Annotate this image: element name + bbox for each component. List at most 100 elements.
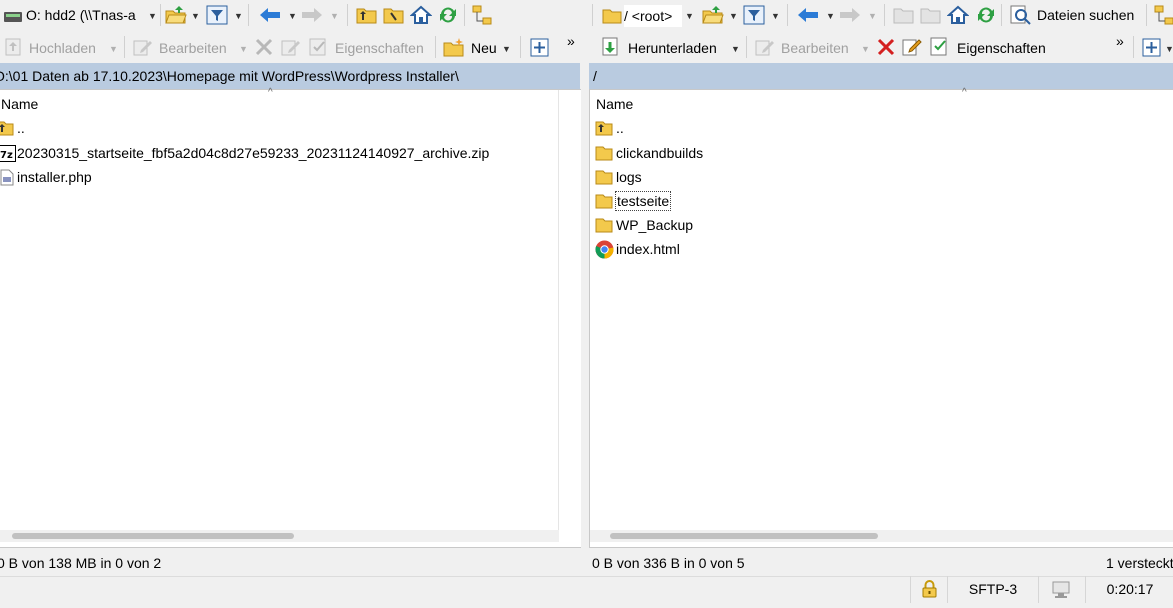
tree-icon-right[interactable] [1154, 5, 1173, 28]
refresh-icon[interactable] [437, 4, 459, 29]
drive-dropdown-arrow[interactable]: ▼ [148, 11, 157, 21]
file-name-focused: testseite [615, 191, 672, 211]
add-icon-right[interactable] [1142, 38, 1162, 61]
parent-folder-icon [595, 120, 613, 142]
home-icon-right[interactable] [946, 5, 970, 28]
forward-arrow-icon-right [839, 7, 861, 26]
filter-icon-right[interactable] [743, 5, 765, 28]
remote-file-list[interactable]: Name ^ .. clickandbuilds logs testseite … [589, 87, 1173, 548]
add-dropdown-right[interactable]: ▼ [1165, 44, 1173, 54]
folder-icon [595, 145, 613, 167]
lock-icon [922, 580, 937, 607]
forward-arrow-icon [301, 7, 323, 26]
open-folder-icon[interactable] [165, 5, 187, 28]
location-dropdown-arrow[interactable]: ▼ [685, 11, 694, 21]
time-cell: 0:20:17 [1085, 576, 1173, 603]
remote-column-name[interactable]: Name [596, 96, 633, 112]
7z-archive-icon: 7z [0, 145, 16, 168]
remote-scroll-thumb[interactable] [610, 533, 878, 539]
remote-path-bar[interactable]: / [589, 63, 1173, 89]
properties-icon-right[interactable] [930, 37, 950, 59]
open-folder-dropdown[interactable]: ▼ [191, 11, 200, 21]
open-folder-icon-right[interactable] [702, 5, 724, 28]
filter-icon[interactable] [206, 5, 228, 28]
root-folder-icon [602, 8, 622, 27]
panel-splitter[interactable] [581, 63, 589, 548]
download-button[interactable]: Herunterladen [628, 40, 717, 56]
tree-icon[interactable] [472, 5, 494, 28]
upload-icon [4, 38, 22, 59]
edit-dropdown: ▼ [239, 44, 248, 54]
local-scroll-thumb[interactable] [12, 533, 294, 539]
back-dropdown[interactable]: ▼ [288, 11, 297, 21]
edit-button: Bearbeiten [159, 40, 227, 56]
edit-button-right: Bearbeiten [781, 40, 849, 56]
back-arrow-icon-right[interactable] [797, 7, 819, 26]
hidden-files-status[interactable]: 1 versteckt [1106, 555, 1173, 571]
file-name: clickandbuilds [616, 145, 704, 161]
php-file-icon [0, 169, 14, 192]
filter-dropdown[interactable]: ▼ [234, 11, 243, 21]
parent-dir-icon[interactable] [356, 6, 378, 27]
remote-location-selector[interactable]: / <root> [624, 5, 682, 27]
add-icon[interactable] [530, 38, 550, 61]
local-horizontal-scrollbar[interactable] [0, 530, 559, 542]
local-path-text: O:\01 Daten ab 17.10.2023\Homepage mit W… [0, 68, 459, 84]
connection-cell [1038, 576, 1085, 603]
download-icon[interactable] [601, 37, 621, 60]
root-dir-icon-right [920, 6, 942, 27]
new-dropdown[interactable]: ▼ [502, 44, 511, 54]
delete-icon-right[interactable] [877, 38, 895, 59]
remote-path-text: / [593, 68, 597, 84]
drive-icon [4, 10, 22, 26]
file-name: WP_Backup [616, 217, 694, 233]
forward-dropdown-right: ▼ [868, 11, 877, 21]
find-files-button[interactable]: Dateien suchen [1037, 7, 1134, 23]
edit-dropdown-right: ▼ [861, 44, 870, 54]
local-path-bar[interactable]: O:\01 Daten ab 17.10.2023\Homepage mit W… [0, 63, 580, 89]
svg-text:7z: 7z [0, 150, 13, 161]
filter-dropdown-right[interactable]: ▼ [771, 11, 780, 21]
home-icon[interactable] [409, 5, 433, 28]
network-icon [1052, 581, 1072, 608]
edit-icon [133, 38, 153, 59]
left-toolbar-more[interactable]: » [567, 33, 575, 49]
drive-selector[interactable]: O: hdd2 (\\Tnas-a [26, 7, 148, 23]
protocol-label: SFTP-3 [968, 581, 1018, 597]
back-arrow-icon[interactable] [259, 7, 281, 26]
root-dir-icon[interactable] [383, 6, 405, 27]
open-folder-dropdown-right[interactable]: ▼ [729, 11, 738, 21]
upload-dropdown: ▼ [109, 44, 118, 54]
local-status-text: 0 B von 138 MB in 0 von 2 [0, 555, 162, 571]
file-name: 20230315_startseite_fbf5a2d04c8d27e59233… [17, 145, 490, 161]
folder-icon [595, 217, 613, 239]
upload-button: Hochladen [29, 40, 96, 56]
rename-icon-right[interactable] [902, 37, 922, 59]
remote-horizontal-scrollbar[interactable] [590, 530, 1173, 542]
remote-status-text: 0 B von 336 B in 0 von 5 [592, 555, 745, 571]
refresh-icon-right[interactable] [975, 4, 997, 29]
new-folder-icon[interactable] [443, 37, 465, 60]
file-name: logs [616, 169, 642, 185]
local-column-name[interactable]: Name [1, 96, 38, 112]
edit-icon-right [755, 38, 775, 59]
properties-button-right[interactable]: Eigenschaften [957, 40, 1046, 56]
session-time: 0:20:17 [1106, 581, 1154, 597]
right-toolbar-more[interactable]: » [1116, 33, 1124, 49]
find-files-icon[interactable] [1010, 5, 1032, 28]
local-file-list[interactable]: Name ^ .. 7z 20230315_startseite_fbf5a2d… [0, 87, 582, 548]
delete-icon [255, 38, 273, 59]
download-dropdown[interactable]: ▼ [731, 44, 740, 54]
parent-dir-icon-right [893, 6, 915, 27]
protocol-cell: SFTP-3 [947, 576, 1038, 603]
rename-icon [281, 38, 301, 59]
new-button[interactable]: Neu [471, 40, 497, 56]
parent-folder-icon [0, 120, 14, 142]
file-name: installer.php [17, 169, 92, 185]
lock-cell [910, 576, 947, 603]
properties-button: Eigenschaften [335, 40, 424, 56]
properties-icon [309, 38, 329, 59]
file-name: index.html [616, 241, 680, 257]
back-dropdown-right[interactable]: ▼ [826, 11, 835, 21]
folder-icon [595, 193, 613, 215]
